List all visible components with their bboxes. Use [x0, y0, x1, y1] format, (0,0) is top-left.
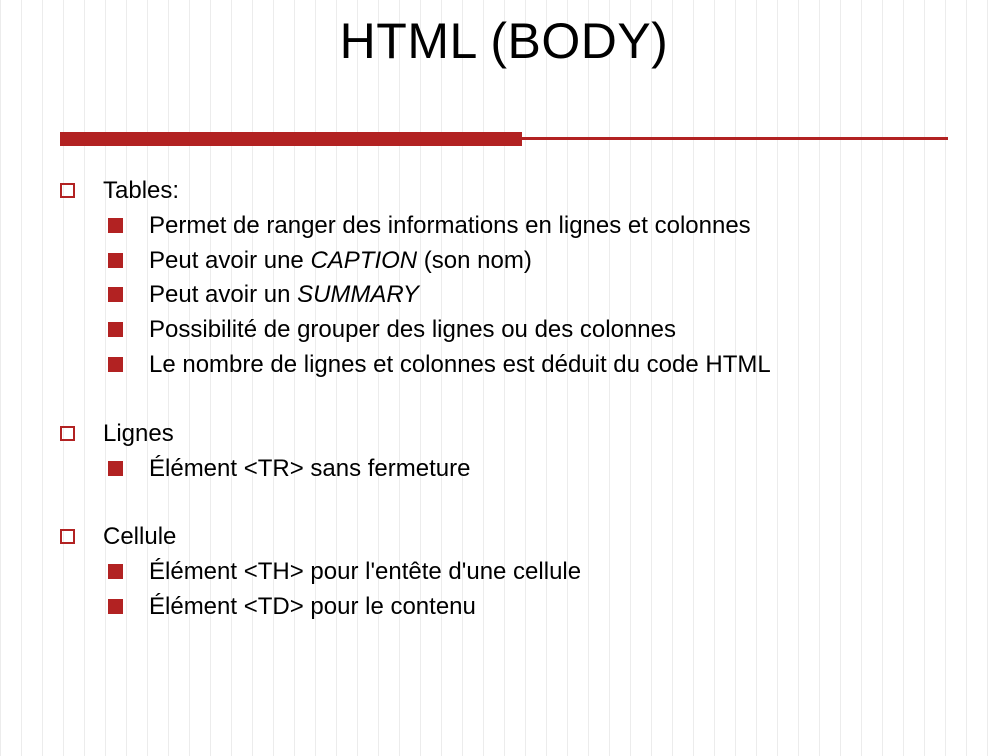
- divider: [60, 132, 948, 146]
- bullet-fill-icon: [108, 287, 123, 302]
- section-tables: Tables: Permet de ranger des information…: [60, 174, 948, 383]
- list-item: Permet de ranger des informations en lig…: [108, 209, 948, 244]
- slide-content: Tables: Permet de ranger des information…: [60, 174, 948, 625]
- list-item: Peut avoir un SUMMARY: [108, 278, 948, 313]
- list-item-text: Le nombre de lignes et colonnes est dédu…: [149, 348, 771, 383]
- bullet-fill-icon: [108, 253, 123, 268]
- list-item: Le nombre de lignes et colonnes est dédu…: [108, 348, 948, 383]
- bullet-open-icon: [60, 426, 75, 441]
- bullet-fill-icon: [108, 322, 123, 337]
- section-lignes: Lignes Élément <TR> sans fermeture: [60, 417, 948, 487]
- section-cellule: Cellule Élément <TH> pour l'entête d'une…: [60, 520, 948, 624]
- bullet-fill-icon: [108, 564, 123, 579]
- list-item: Élément <TR> sans fermeture: [108, 452, 948, 487]
- list-item: Élément <TH> pour l'entête d'une cellule: [108, 555, 948, 590]
- bullet-fill-icon: [108, 461, 123, 476]
- bullet-open-icon: [60, 529, 75, 544]
- list-item: Peut avoir une CAPTION (son nom): [108, 244, 948, 279]
- section-heading: Lignes: [103, 417, 174, 452]
- list-item-text: Élément <TH> pour l'entête d'une cellule: [149, 555, 581, 590]
- bullet-fill-icon: [108, 357, 123, 372]
- list-item-text: Peut avoir un SUMMARY: [149, 278, 419, 313]
- list-item-text: Peut avoir une CAPTION (son nom): [149, 244, 532, 279]
- list-item-text: Permet de ranger des informations en lig…: [149, 209, 751, 244]
- bullet-open-icon: [60, 183, 75, 198]
- section-heading: Cellule: [103, 520, 176, 555]
- bullet-fill-icon: [108, 218, 123, 233]
- list-item: Élément <TD> pour le contenu: [108, 590, 948, 625]
- list-item-text: Possibilité de grouper des lignes ou des…: [149, 313, 676, 348]
- section-heading: Tables:: [103, 174, 179, 209]
- bullet-fill-icon: [108, 599, 123, 614]
- slide-title: HTML (BODY): [60, 0, 948, 70]
- list-item-text: Élément <TD> pour le contenu: [149, 590, 476, 625]
- list-item: Possibilité de grouper des lignes ou des…: [108, 313, 948, 348]
- list-item-text: Élément <TR> sans fermeture: [149, 452, 470, 487]
